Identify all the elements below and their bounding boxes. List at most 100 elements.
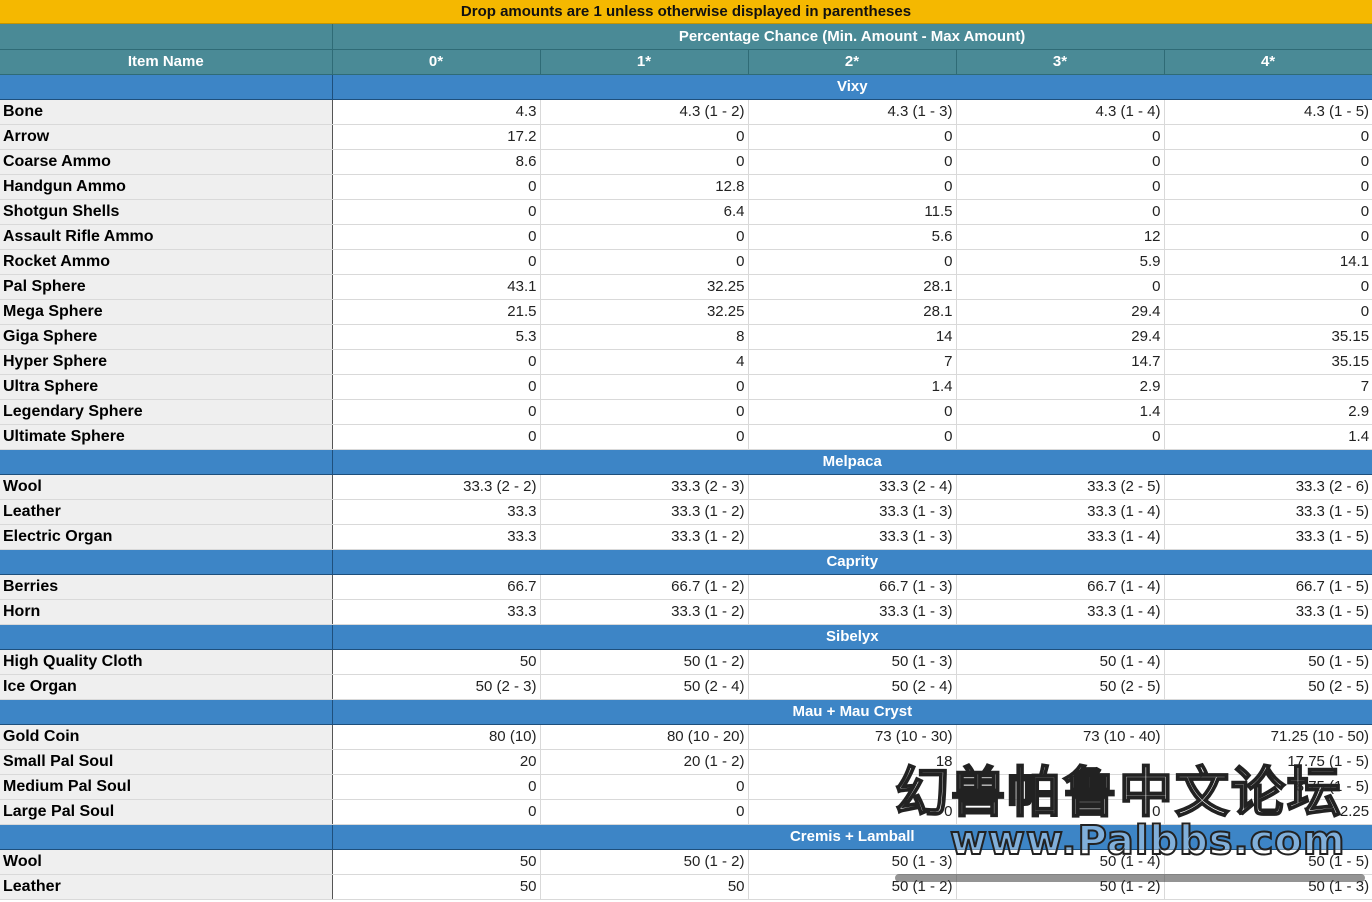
- value-cell[interactable]: 0: [1164, 174, 1372, 200]
- value-cell[interactable]: 17.2: [332, 124, 541, 150]
- value-cell[interactable]: 6.4: [540, 199, 749, 225]
- value-cell[interactable]: 11.5: [748, 199, 957, 225]
- item-name-cell[interactable]: Legendary Sphere: [0, 399, 333, 425]
- value-cell[interactable]: 8: [540, 324, 749, 350]
- value-cell[interactable]: 0: [956, 274, 1165, 300]
- value-cell[interactable]: 0: [540, 399, 749, 425]
- value-cell[interactable]: 21.5: [332, 299, 541, 325]
- item-name-cell[interactable]: Leather: [0, 874, 333, 900]
- value-cell[interactable]: 0: [332, 249, 541, 275]
- value-cell[interactable]: 33.3 (2 - 2): [332, 474, 541, 500]
- value-cell[interactable]: 4: [540, 349, 749, 375]
- value-cell[interactable]: 2.25: [1164, 799, 1372, 825]
- value-cell[interactable]: 33.3 (1 - 2): [540, 524, 749, 550]
- value-cell[interactable]: 50 (1 - 3): [1164, 874, 1372, 900]
- value-cell[interactable]: 0: [1164, 274, 1372, 300]
- value-cell[interactable]: 50: [332, 649, 541, 675]
- value-cell[interactable]: 50 (1 - 5): [1164, 649, 1372, 675]
- value-cell[interactable]: 0: [748, 174, 957, 200]
- value-cell[interactable]: 8.75 (1 - 5): [1164, 774, 1372, 800]
- value-cell[interactable]: 50 (1 - 4): [956, 649, 1165, 675]
- value-cell[interactable]: 0: [748, 799, 957, 825]
- value-cell[interactable]: 80 (10 - 20): [540, 724, 749, 750]
- value-cell[interactable]: 0: [748, 124, 957, 150]
- value-cell[interactable]: 12: [956, 224, 1165, 250]
- item-name-cell[interactable]: Berries: [0, 574, 333, 600]
- value-cell[interactable]: 33.3: [332, 499, 541, 525]
- value-cell[interactable]: 14: [748, 324, 957, 350]
- value-cell[interactable]: 14.1: [1164, 249, 1372, 275]
- value-cell[interactable]: 33.3 (1 - 4): [956, 599, 1165, 625]
- value-cell[interactable]: 33.3: [332, 599, 541, 625]
- item-name-cell[interactable]: Giga Sphere: [0, 324, 333, 350]
- value-cell[interactable]: 50 (2 - 3): [332, 674, 541, 700]
- item-name-cell[interactable]: Medium Pal Soul: [0, 774, 333, 800]
- value-cell[interactable]: 0: [332, 224, 541, 250]
- value-cell[interactable]: 0: [956, 149, 1165, 175]
- value-cell[interactable]: 50 (2 - 5): [1164, 674, 1372, 700]
- value-cell[interactable]: 32.25: [540, 299, 749, 325]
- value-cell[interactable]: 29.4: [956, 299, 1165, 325]
- value-cell[interactable]: 66.7 (1 - 2): [540, 574, 749, 600]
- value-cell[interactable]: 20: [332, 749, 541, 775]
- value-cell[interactable]: 4.3 (1 - 5): [1164, 99, 1372, 125]
- value-cell[interactable]: 32.25: [540, 274, 749, 300]
- value-cell[interactable]: 0: [540, 799, 749, 825]
- value-cell[interactable]: 20 (1 - 2): [540, 749, 749, 775]
- value-cell[interactable]: 0: [540, 424, 749, 450]
- value-cell[interactable]: 35.15: [1164, 349, 1372, 375]
- value-cell[interactable]: 50 (1 - 3): [748, 649, 957, 675]
- value-cell[interactable]: 0: [956, 424, 1165, 450]
- value-cell[interactable]: 80 (10): [332, 724, 541, 750]
- item-name-cell[interactable]: Shotgun Shells: [0, 199, 333, 225]
- item-name-cell[interactable]: Arrow: [0, 124, 333, 150]
- value-cell[interactable]: 7: [1164, 374, 1372, 400]
- value-cell[interactable]: 0: [540, 149, 749, 175]
- item-name-cell[interactable]: Hyper Sphere: [0, 349, 333, 375]
- value-cell[interactable]: 2.9: [956, 374, 1165, 400]
- item-name-cell[interactable]: Pal Sphere: [0, 274, 333, 300]
- value-cell[interactable]: 50 (1 - 2): [748, 874, 957, 900]
- value-cell[interactable]: [748, 774, 957, 800]
- value-cell[interactable]: 0: [1164, 224, 1372, 250]
- value-cell[interactable]: 0: [332, 199, 541, 225]
- value-cell[interactable]: 1.4: [748, 374, 957, 400]
- value-cell[interactable]: 50: [332, 874, 541, 900]
- value-cell[interactable]: 4.3 (1 - 4): [956, 99, 1165, 125]
- value-cell[interactable]: 33.3 (2 - 6): [1164, 474, 1372, 500]
- value-cell[interactable]: 4.3 (1 - 2): [540, 99, 749, 125]
- item-name-cell[interactable]: Wool: [0, 474, 333, 500]
- value-cell[interactable]: 4.3 (1 - 3): [748, 99, 957, 125]
- item-name-cell[interactable]: Rocket Ammo: [0, 249, 333, 275]
- value-cell[interactable]: 66.7 (1 - 4): [956, 574, 1165, 600]
- value-cell[interactable]: 50 (1 - 4): [956, 849, 1165, 875]
- value-cell[interactable]: 0: [1164, 124, 1372, 150]
- value-cell[interactable]: 33.3: [332, 524, 541, 550]
- value-cell[interactable]: 5.6: [748, 224, 957, 250]
- value-cell[interactable]: 50 (1 - 5): [1164, 849, 1372, 875]
- value-cell[interactable]: 2.9: [1164, 399, 1372, 425]
- value-cell[interactable]: 0: [748, 399, 957, 425]
- value-cell[interactable]: 0: [1164, 149, 1372, 175]
- value-cell[interactable]: 17.75 (1 - 5): [1164, 749, 1372, 775]
- value-cell[interactable]: 73 (10 - 40): [956, 724, 1165, 750]
- value-cell[interactable]: 0: [332, 349, 541, 375]
- item-name-cell[interactable]: Large Pal Soul: [0, 799, 333, 825]
- value-cell[interactable]: 0: [748, 249, 957, 275]
- value-cell[interactable]: 33.3 (1 - 3): [748, 599, 957, 625]
- value-cell[interactable]: 0: [540, 774, 749, 800]
- item-name-cell[interactable]: Bone: [0, 99, 333, 125]
- value-cell[interactable]: 50 (1 - 2): [540, 849, 749, 875]
- value-cell[interactable]: 0: [748, 149, 957, 175]
- value-cell[interactable]: 0: [332, 774, 541, 800]
- item-name-cell[interactable]: Electric Organ: [0, 524, 333, 550]
- value-cell[interactable]: 0: [1164, 199, 1372, 225]
- value-cell[interactable]: 28.1: [748, 274, 957, 300]
- item-name-cell[interactable]: Horn: [0, 599, 333, 625]
- value-cell[interactable]: 33.3 (2 - 3): [540, 474, 749, 500]
- item-name-cell[interactable]: Wool: [0, 849, 333, 875]
- value-cell[interactable]: [956, 774, 1165, 800]
- value-cell[interactable]: 0: [1164, 299, 1372, 325]
- value-cell[interactable]: 50 (2 - 4): [748, 674, 957, 700]
- value-cell[interactable]: 50 (2 - 4): [540, 674, 749, 700]
